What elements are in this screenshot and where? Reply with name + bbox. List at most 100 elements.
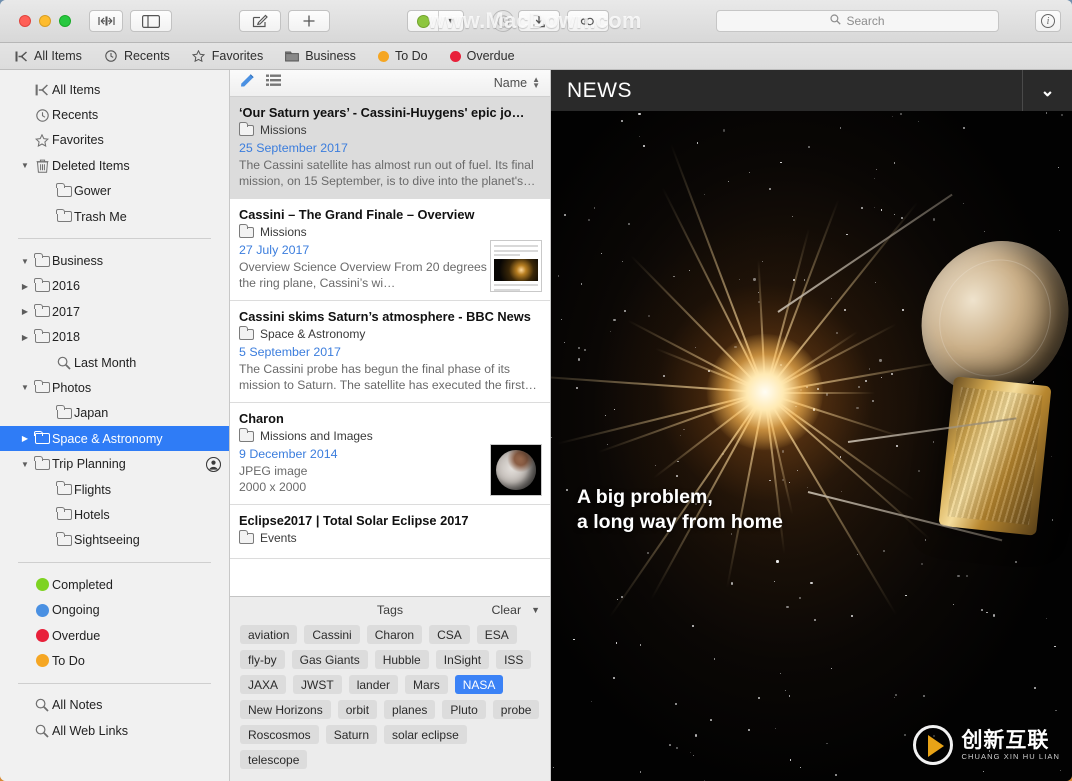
- sidebar-item-hotels[interactable]: Hotels: [0, 502, 229, 527]
- sidebar-item-photos[interactable]: ▼ Photos: [0, 375, 229, 400]
- zoom-button[interactable]: [59, 15, 71, 27]
- tag-orbit[interactable]: orbit: [337, 700, 378, 719]
- sidebar-divider: [18, 238, 211, 240]
- list-view-icon[interactable]: [266, 74, 281, 92]
- star: [646, 551, 649, 554]
- sidebar-toggle-button[interactable]: [89, 10, 123, 32]
- sidebar-item-label: Favorites: [52, 133, 104, 148]
- tag-iss[interactable]: ISS: [496, 650, 532, 669]
- tag-jwst[interactable]: JWST: [293, 675, 342, 694]
- tag-charon[interactable]: Charon: [366, 625, 423, 644]
- favbar-item-all-items[interactable]: All Items: [14, 49, 82, 63]
- tag-saturn[interactable]: Saturn: [325, 725, 378, 744]
- folder-icon: [34, 379, 50, 394]
- sidebar-item-gower[interactable]: Gower: [0, 179, 229, 204]
- tag-csa[interactable]: CSA: [429, 625, 470, 644]
- tag-jaxa[interactable]: JAXA: [240, 675, 287, 694]
- favbar-item-recents[interactable]: Recents: [104, 49, 170, 63]
- search-field[interactable]: Search: [716, 10, 999, 32]
- sidebar-item-2016[interactable]: ▶ 2016: [0, 274, 229, 299]
- info-button[interactable]: i: [1035, 10, 1061, 32]
- chevron-down-icon[interactable]: ▼: [531, 605, 540, 615]
- sidebar-item-space-astronomy[interactable]: ▶ Space & Astronomy: [0, 426, 229, 452]
- list-item[interactable]: Charon Missions and Images 9 December 20…: [230, 403, 550, 505]
- chevron-down-icon[interactable]: ▼: [439, 16, 463, 26]
- disclosure-triangle[interactable]: ▼: [18, 383, 32, 392]
- sidebar-item-sightseeing[interactable]: Sightseeing: [0, 528, 229, 553]
- sidebar-item-all-notes[interactable]: All Notes: [0, 693, 229, 718]
- tag-aviation[interactable]: aviation: [240, 625, 298, 644]
- favbar-item-to-do[interactable]: To Do: [377, 49, 428, 63]
- tag-insight[interactable]: InSight: [435, 650, 490, 669]
- download-button[interactable]: [518, 10, 560, 32]
- sidebar-item-business[interactable]: ▼ Business: [0, 248, 229, 273]
- sidebar-item-completed[interactable]: Completed: [0, 572, 229, 597]
- tag-mars[interactable]: Mars: [405, 675, 448, 694]
- folder-icon: [34, 456, 50, 470]
- sidebar-item-overdue[interactable]: Overdue: [0, 623, 229, 648]
- link-button[interactable]: [567, 10, 609, 32]
- sidebar-item-all-web-links[interactable]: All Web Links: [0, 718, 229, 743]
- tag-telescope[interactable]: telescope: [240, 750, 308, 769]
- sort-control[interactable]: Name ▲ ▼: [494, 76, 540, 91]
- preview-collapse-button[interactable]: ⌄: [1022, 70, 1072, 111]
- sidebar-item-deleted-items[interactable]: ▼ Deleted Items: [0, 153, 229, 178]
- tag-fly-by[interactable]: fly-by: [240, 650, 285, 669]
- add-button[interactable]: [288, 10, 330, 32]
- folder-icon: [34, 303, 50, 318]
- disclosure-triangle[interactable]: ▼: [18, 161, 32, 170]
- sidebar-item-to-do[interactable]: To Do: [0, 648, 229, 673]
- favbar-item-overdue[interactable]: Overdue: [449, 49, 515, 63]
- tag-planes[interactable]: planes: [384, 700, 436, 719]
- tag-nasa[interactable]: NASA: [454, 675, 504, 694]
- sidebar-item-japan[interactable]: Japan: [0, 401, 229, 426]
- sidebar-item-trip-planning[interactable]: ▼ Trip Planning: [0, 451, 229, 476]
- star: [893, 162, 895, 164]
- sidebar-item-favorites[interactable]: Favorites: [0, 128, 229, 153]
- sidebar-item-label: Trip Planning: [52, 457, 126, 472]
- star: [728, 181, 730, 183]
- tag-new-horizons[interactable]: New Horizons: [240, 700, 331, 719]
- sidebar-item-trash-me[interactable]: Trash Me: [0, 204, 229, 229]
- tag-cassini[interactable]: Cassini: [304, 625, 360, 644]
- list-item[interactable]: ‘Our Saturn years’ - Cassini-Huygens' ep…: [230, 97, 550, 199]
- clock-icon[interactable]: [492, 10, 514, 32]
- sidebar-item-2018[interactable]: ▶ 2018: [0, 325, 229, 350]
- sidebar-item-flights[interactable]: Flights: [0, 477, 229, 502]
- tag-edit-icon[interactable]: [239, 73, 256, 94]
- disclosure-triangle[interactable]: ▶: [18, 434, 32, 443]
- sidebar-item-last-month[interactable]: Last Month: [0, 350, 229, 375]
- status-filter-button[interactable]: ▼: [407, 10, 464, 32]
- compose-button[interactable]: [239, 10, 281, 32]
- close-button[interactable]: [19, 15, 31, 27]
- list-item[interactable]: Cassini – The Grand Finale – Overview Mi…: [230, 199, 550, 301]
- minimize-button[interactable]: [39, 15, 51, 27]
- clear-tags-button[interactable]: Clear: [491, 603, 521, 617]
- tag-roscosmos[interactable]: Roscosmos: [240, 725, 319, 744]
- shared-user-icon[interactable]: [206, 456, 221, 472]
- disclosure-triangle[interactable]: ▼: [18, 460, 32, 469]
- favbar-item-favorites[interactable]: Favorites: [192, 49, 263, 63]
- tag-pluto[interactable]: Pluto: [442, 700, 486, 719]
- tag-esa[interactable]: ESA: [476, 625, 517, 644]
- disclosure-triangle[interactable]: ▶: [18, 282, 32, 291]
- panes-toggle-button[interactable]: [130, 10, 172, 32]
- favbar-item-business[interactable]: Business: [285, 49, 356, 63]
- list-item[interactable]: Eclipse2017 | Total Solar Eclipse 2017 E…: [230, 505, 550, 559]
- sidebar-item-recents[interactable]: Recents: [0, 102, 229, 127]
- sidebar-item-all-items[interactable]: All Items: [0, 77, 229, 102]
- star: [1033, 687, 1036, 690]
- tag-gas-giants[interactable]: Gas Giants: [291, 650, 368, 669]
- tag-solar-eclipse[interactable]: solar eclipse: [384, 725, 467, 744]
- tag-lander[interactable]: lander: [348, 675, 399, 694]
- disclosure-triangle[interactable]: ▼: [18, 257, 32, 266]
- tag-hubble[interactable]: Hubble: [374, 650, 429, 669]
- disclosure-triangle[interactable]: ▶: [18, 307, 32, 316]
- sidebar-item-ongoing[interactable]: Ongoing: [0, 597, 229, 622]
- star: [601, 253, 603, 255]
- disclosure-triangle[interactable]: ▶: [18, 333, 32, 342]
- list-item[interactable]: Cassini skims Saturn’s atmosphere - BBC …: [230, 301, 550, 403]
- sidebar: All Items Recents Favorites ▼ Deleted It…: [0, 70, 230, 781]
- tag-probe[interactable]: probe: [492, 700, 540, 719]
- sidebar-item-2017[interactable]: ▶ 2017: [0, 299, 229, 324]
